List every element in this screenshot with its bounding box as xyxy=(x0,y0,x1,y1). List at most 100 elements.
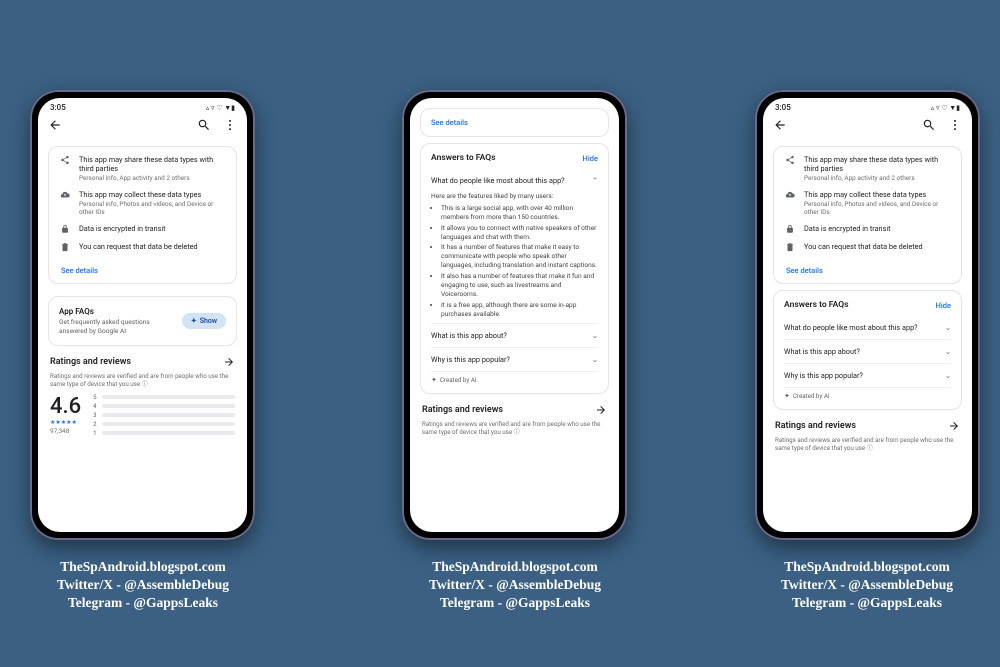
faq-q3: Why is this app popular? xyxy=(431,355,510,364)
rating-stars: ★★★★★ xyxy=(50,419,81,426)
ratings-block: 4.6 ★★★★★ 97,348 5 4 3 2 1 xyxy=(50,394,235,439)
status-bar: 3:05 ▵ ▿ ♡ ▼▮ xyxy=(763,98,972,114)
phone-mockup-2: See details Answers to FAQs Hide What do… xyxy=(402,90,627,540)
share-icon xyxy=(59,155,71,182)
faq-sub: Get frequently asked questions answered … xyxy=(59,318,174,334)
lock-icon xyxy=(59,224,71,234)
faq-q1-row[interactable]: What do people like most about this app?… xyxy=(784,316,951,339)
share-sub: Personal info, App activity and 2 others xyxy=(79,174,226,182)
cloud-upload-icon xyxy=(784,190,796,216)
share-title: This app may share these data types with… xyxy=(79,155,226,173)
status-bar: 3:05 ▵ ▿ ♡ ▼▮ xyxy=(38,98,247,114)
screen: 3:05 ▵ ▿ ♡ ▼▮ This app may share these d… xyxy=(763,98,972,532)
faq-q1-row[interactable]: What do people like most about this app?… xyxy=(431,169,598,192)
faq-bullet: It allows you to connect with native spe… xyxy=(441,224,598,242)
phone-mockup-3: 3:05 ▵ ▿ ♡ ▼▮ This app may share these d… xyxy=(755,90,980,540)
encrypt-text: Data is encrypted in transit xyxy=(804,224,891,233)
faq-q2-row[interactable]: What is this app about? ⌄ xyxy=(784,339,951,363)
ratings-title: Ratings and reviews xyxy=(422,405,503,415)
app-faqs-card: App FAQs Get frequently asked questions … xyxy=(48,296,237,345)
faq-bullet: It is a free app, although there are som… xyxy=(441,301,598,319)
faq-intro: Here are the features liked by many user… xyxy=(431,192,598,201)
chevron-down-icon: ⌄ xyxy=(592,331,598,340)
hide-link[interactable]: Hide xyxy=(936,301,951,310)
see-details-link[interactable]: See details xyxy=(786,266,823,275)
top-app-bar xyxy=(763,114,972,140)
created-by-ai: ✦ Created by AI xyxy=(431,371,598,384)
phone-mockup-1: 3:05 ▵ ▿ ♡ ▼▮ This app may share these d… xyxy=(30,90,255,540)
ratings-sub: Ratings and reviews are verified and are… xyxy=(50,372,235,388)
chevron-down-icon: ⌄ xyxy=(592,355,598,364)
answers-faq-card: Answers to FAQs Hide What do people like… xyxy=(420,143,609,394)
lock-icon xyxy=(784,224,796,234)
faq-q1: What do people like most about this app? xyxy=(431,176,565,185)
faq-title: App FAQs xyxy=(59,307,174,316)
caption: TheSpAndroid.blogspot.com Twitter/X - @A… xyxy=(13,558,273,613)
status-time: 3:05 xyxy=(775,103,791,112)
sparkle-icon: ✦ xyxy=(784,392,790,400)
data-safety-card: This app may share these data types with… xyxy=(48,146,237,284)
ratings-header[interactable]: Ratings and reviews xyxy=(775,420,960,432)
answers-title: Answers to FAQs xyxy=(784,300,849,310)
created-by-ai: ✦ Created by AI xyxy=(784,387,951,400)
answers-title: Answers to FAQs xyxy=(431,153,496,163)
back-icon[interactable] xyxy=(773,118,787,132)
status-icons: ▵ ▿ ♡ ▼▮ xyxy=(206,104,235,112)
back-icon[interactable] xyxy=(48,118,62,132)
sparkle-icon: ✦ xyxy=(191,317,197,325)
data-safety-card: This app may share these data types with… xyxy=(773,146,962,284)
ratings-title: Ratings and reviews xyxy=(50,357,131,367)
chevron-up-icon: ⌃ xyxy=(592,176,598,185)
delete-icon xyxy=(784,242,796,252)
chevron-down-icon: ⌄ xyxy=(945,323,951,332)
faq-bullet: It also has a number of features that ma… xyxy=(441,272,598,299)
ratings-sub: Ratings and reviews are verified and are… xyxy=(775,436,960,452)
more-icon[interactable] xyxy=(223,118,237,132)
arrow-right-icon xyxy=(948,420,960,432)
status-time: 3:05 xyxy=(50,103,66,112)
share-title: This app may share these data types with… xyxy=(804,155,951,173)
arrow-right-icon xyxy=(595,404,607,416)
share-sub: Personal info, App activity and 2 others xyxy=(804,174,951,182)
faq-q2: What is this app about? xyxy=(784,347,860,356)
search-icon[interactable] xyxy=(922,118,936,132)
encrypt-text: Data is encrypted in transit xyxy=(79,224,166,233)
delete-text: You can request that data be deleted xyxy=(79,242,198,251)
faq-q3-row[interactable]: Why is this app popular? ⌄ xyxy=(431,347,598,371)
faq-bullet: It has a number of features that make it… xyxy=(441,243,598,270)
caption: TheSpAndroid.blogspot.com Twitter/X - @A… xyxy=(737,558,997,613)
chevron-down-icon: ⌄ xyxy=(945,371,951,380)
hide-link[interactable]: Hide xyxy=(583,154,598,163)
ratings-sub: Ratings and reviews are verified and are… xyxy=(422,420,607,436)
ratings-header[interactable]: Ratings and reviews xyxy=(50,356,235,368)
show-button[interactable]: ✦ Show xyxy=(182,313,226,329)
sparkle-icon: ✦ xyxy=(431,376,437,384)
collect-sub: Personal info, Photos and videos, and De… xyxy=(79,200,226,216)
delete-icon xyxy=(59,242,71,252)
screen: See details Answers to FAQs Hide What do… xyxy=(410,98,619,532)
search-icon[interactable] xyxy=(197,118,211,132)
status-icons: ▵ ▿ ♡ ▼▮ xyxy=(931,104,960,112)
see-details-link[interactable]: See details xyxy=(431,118,468,127)
screen: 3:05 ▵ ▿ ♡ ▼▮ This app may share these d… xyxy=(38,98,247,532)
ratings-header[interactable]: Ratings and reviews xyxy=(422,404,607,416)
faq-q2-row[interactable]: What is this app about? ⌄ xyxy=(431,323,598,347)
answers-faq-card: Answers to FAQs Hide What do people like… xyxy=(773,290,962,410)
rating-bars: 5 4 3 2 1 xyxy=(93,394,235,439)
arrow-right-icon xyxy=(223,356,235,368)
faq-q3-row[interactable]: Why is this app popular? ⌄ xyxy=(784,363,951,387)
top-app-bar xyxy=(38,114,247,140)
ratings-title: Ratings and reviews xyxy=(775,421,856,431)
faq-q1-body: Here are the features liked by many user… xyxy=(431,192,598,319)
see-details-link[interactable]: See details xyxy=(61,266,98,275)
faq-q2: What is this app about? xyxy=(431,331,507,340)
collect-title: This app may collect these data types xyxy=(804,190,951,199)
more-icon[interactable] xyxy=(948,118,962,132)
collect-title: This app may collect these data types xyxy=(79,190,226,199)
faq-bullet: This is a large social app, with over 40… xyxy=(441,204,598,222)
faq-q1: What do people like most about this app? xyxy=(784,323,918,332)
collect-sub: Personal info, Photos and videos, and De… xyxy=(804,200,951,216)
rating-count: 97,348 xyxy=(50,427,81,435)
share-icon xyxy=(784,155,796,182)
see-details-card[interactable]: See details xyxy=(420,108,609,137)
